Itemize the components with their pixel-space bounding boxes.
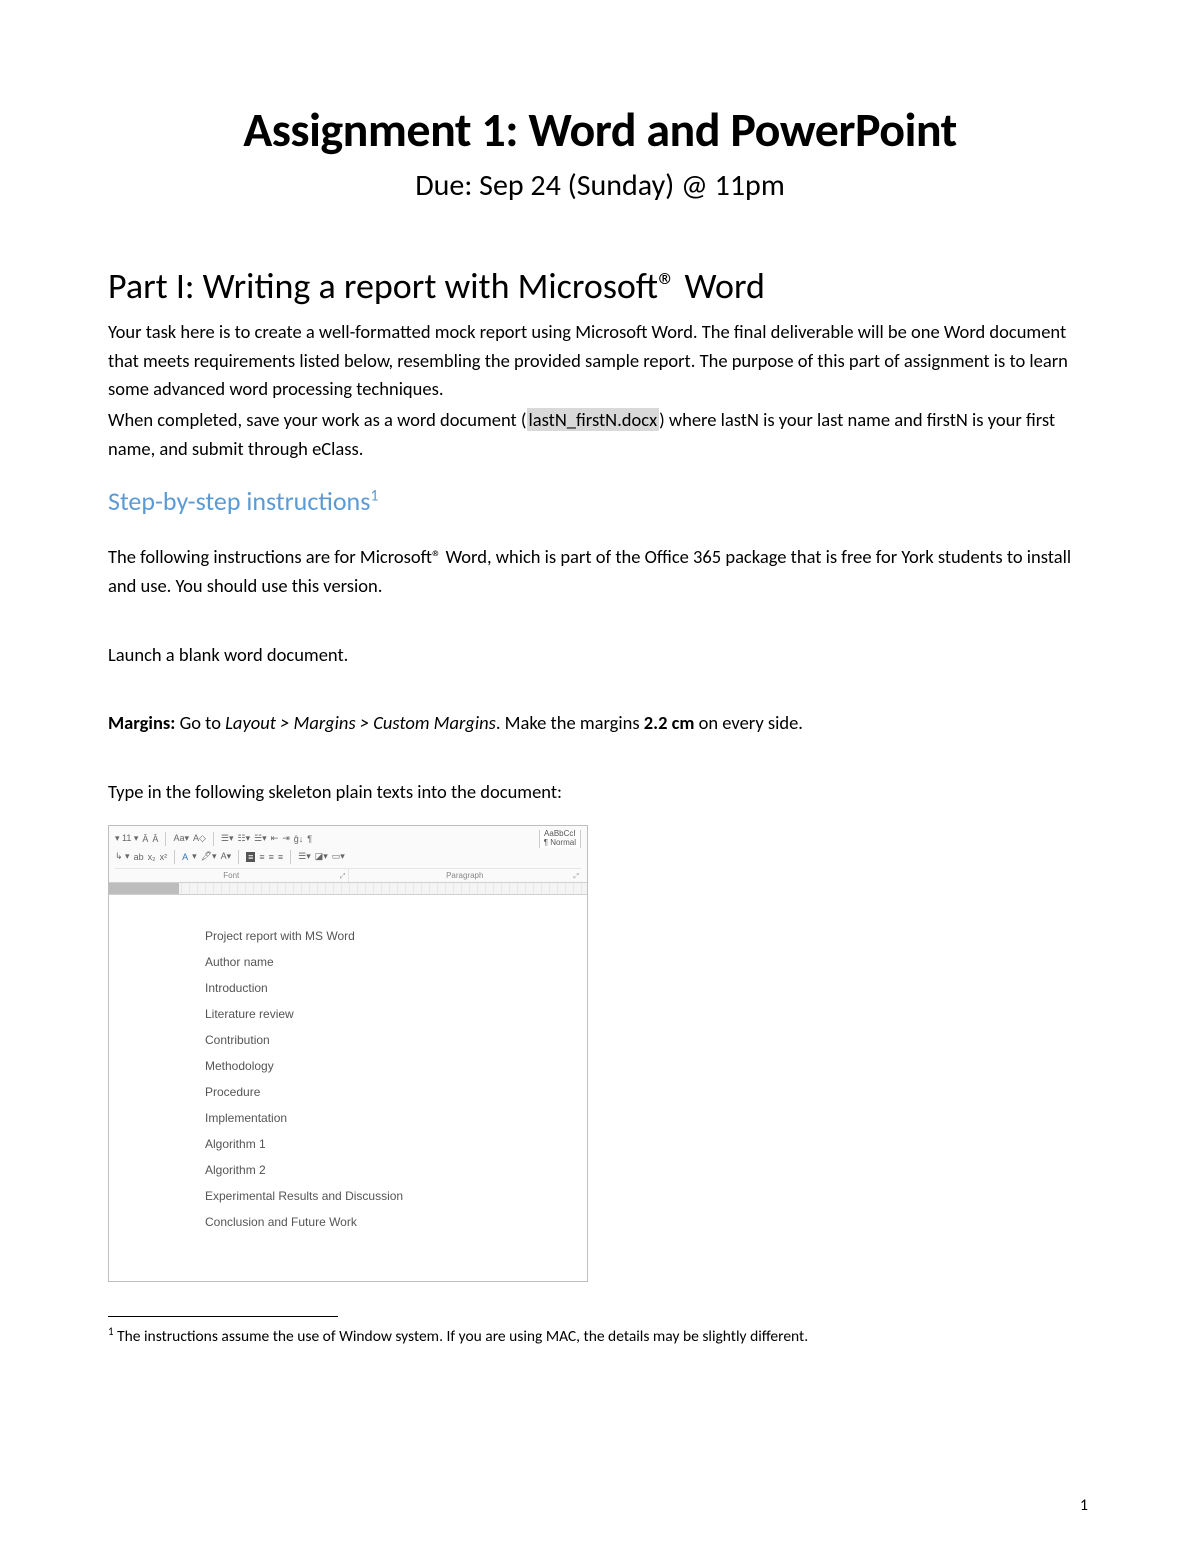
steps-heading: Step-by-step instructions1 bbox=[108, 485, 1092, 517]
footnote-text: The instructions assume the use of Windo… bbox=[114, 1327, 809, 1346]
line-spacing-icon: ☰▾ bbox=[298, 851, 311, 862]
styles-gallery: AaBbCcI ¶ Normal bbox=[539, 830, 581, 848]
margins-label: Margins: bbox=[108, 711, 180, 734]
skeleton-line: Procedure bbox=[205, 1085, 569, 1099]
steps-heading-text: Step-by-step instructions bbox=[108, 485, 370, 517]
superscript-icon: x² bbox=[160, 852, 168, 862]
clear-format-icon: A◇ bbox=[193, 833, 206, 844]
part1-heading: Part I: Writing a report with Microsoft®… bbox=[108, 264, 1092, 308]
skeleton-line: Algorithm 2 bbox=[205, 1163, 569, 1177]
subscript-icon: x₂ bbox=[148, 852, 156, 862]
margins-path: Layout > Margins > Custom Margins bbox=[225, 711, 496, 734]
margins-goto: Go to bbox=[180, 711, 226, 734]
word-ruler bbox=[109, 883, 587, 895]
ribbon-group-paragraph: Paragraph⤢ bbox=[349, 869, 582, 882]
styles-normal: ¶ Normal bbox=[544, 839, 576, 848]
steps-p4: Type in the following skeleton plain tex… bbox=[108, 778, 1092, 807]
due-line: Due: Sep 24 (Sunday) @ 11pm bbox=[108, 167, 1092, 204]
skeleton-line: Methodology bbox=[205, 1059, 569, 1073]
ribbon-group-font: Font⤢ bbox=[115, 869, 349, 882]
shading-icon: ◪▾ bbox=[315, 851, 328, 862]
align-center-icon: ≡ bbox=[259, 852, 264, 862]
font-size-box: ▾ 11 ▾ bbox=[115, 833, 138, 844]
skeleton-line: Implementation bbox=[205, 1111, 569, 1125]
skeleton-line: Project report with MS Word bbox=[205, 929, 569, 943]
skeleton-line: Experimental Results and Discussion bbox=[205, 1189, 569, 1203]
bold-icon: ↳ ▾ bbox=[115, 851, 130, 862]
skeleton-line: Author name bbox=[205, 955, 569, 969]
skeleton-line: Literature review bbox=[205, 1007, 569, 1021]
margins-rest: . Make the margins bbox=[496, 711, 644, 734]
save-pre: When completed, save your work as a word… bbox=[108, 408, 527, 431]
para-launcher-icon: ⤢ bbox=[573, 873, 579, 881]
bullets-icon: ☰▾ bbox=[221, 833, 234, 844]
highlight-icon: 🖋▾ bbox=[201, 851, 217, 862]
page-number: 1 bbox=[1080, 1496, 1088, 1515]
dec-indent-icon: ⇤ bbox=[271, 833, 279, 844]
skeleton-line: Algorithm 1 bbox=[205, 1137, 569, 1151]
skeleton-line: Contribution bbox=[205, 1033, 569, 1047]
skeleton-line: Conclusion and Future Work bbox=[205, 1215, 569, 1229]
justify-icon: ≡ bbox=[278, 852, 283, 862]
font-color-icon: A bbox=[182, 852, 188, 862]
multilevel-icon: ☱▾ bbox=[254, 833, 267, 844]
word-screenshot: ▾ 11 ▾ Â Ǎ Aa▾ A◇ ☰▾ ☷▾ ☱▾ ⇤ ⇥ ĝ↓ ¶ Aa… bbox=[108, 825, 588, 1282]
steps-margins: Margins: Go to Layout > Margins > Custom… bbox=[108, 709, 1092, 738]
margins-tail: on every side. bbox=[694, 711, 803, 734]
filename-template: lastN_firstN.docx bbox=[527, 408, 660, 431]
sort-icon: ĝ↓ bbox=[294, 834, 304, 844]
strike-icon: ab bbox=[134, 852, 144, 862]
font-color2-icon: A▾ bbox=[221, 851, 232, 862]
margins-value: 2.2 cm bbox=[644, 711, 695, 734]
align-left-icon: ≡ bbox=[246, 852, 255, 862]
part1-intro: Your task here is to create a well-forma… bbox=[108, 318, 1092, 404]
borders-icon: ▭▾ bbox=[332, 851, 345, 862]
numbering-icon: ☷▾ bbox=[238, 833, 251, 844]
word-doc-area: Project report with MS Word Author name … bbox=[109, 895, 587, 1281]
footnote-1: 1 The instructions assume the use of Win… bbox=[108, 1325, 1092, 1346]
steps-p2: Launch a blank word document. bbox=[108, 641, 1092, 670]
change-case-icon: Aa▾ bbox=[173, 833, 189, 844]
steps-heading-footnote-ref: 1 bbox=[370, 487, 378, 506]
showhide-icon: ¶ bbox=[307, 834, 312, 844]
steps-p1: The following instructions are for Micro… bbox=[108, 543, 1092, 600]
part1-save-instr: When completed, save your work as a word… bbox=[108, 406, 1092, 463]
footnote-separator bbox=[108, 1316, 338, 1317]
doc-title: Assignment 1: Word and PowerPoint bbox=[108, 100, 1092, 159]
align-right-icon: ≡ bbox=[269, 852, 274, 862]
skeleton-line: Introduction bbox=[205, 981, 569, 995]
word-ribbon: ▾ 11 ▾ Â Ǎ Aa▾ A◇ ☰▾ ☷▾ ☱▾ ⇤ ⇥ ĝ↓ ¶ Aa… bbox=[109, 826, 587, 883]
grow-font-icon: Â bbox=[142, 834, 148, 844]
inc-indent-icon: ⇥ bbox=[282, 833, 290, 844]
font-launcher-icon: ⤢ bbox=[340, 873, 346, 881]
shrink-font-icon: Ǎ bbox=[152, 834, 158, 844]
